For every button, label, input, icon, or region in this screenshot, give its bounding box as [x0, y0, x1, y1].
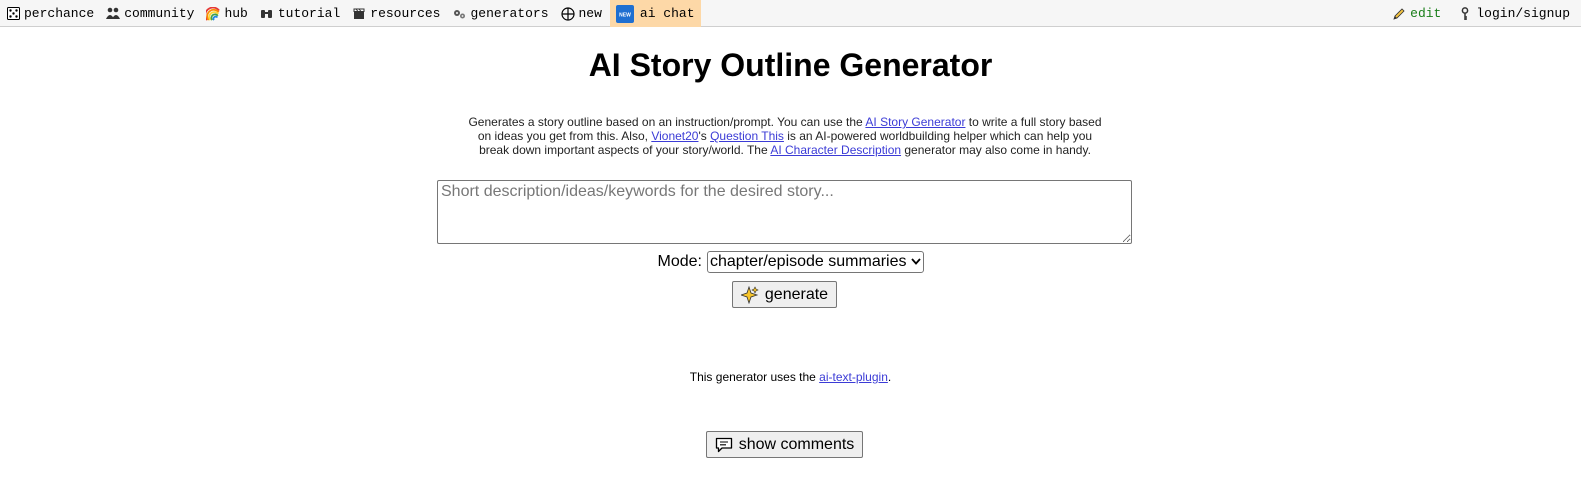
binoculars-icon: [260, 7, 274, 21]
key-icon: [1458, 6, 1472, 21]
nav-login-signup[interactable]: login/signup: [1458, 0, 1575, 27]
nav-label: hub: [224, 6, 248, 21]
ai-text-plugin-link[interactable]: ai-text-plugin: [819, 370, 888, 384]
sparkles-icon: [740, 285, 759, 304]
ai-character-description-link[interactable]: AI Character Description: [770, 143, 901, 157]
nav-generators[interactable]: generators: [452, 0, 553, 27]
generate-label: generate: [764, 285, 829, 303]
speech-bubble-icon: [715, 437, 733, 453]
globe-plus-icon: [560, 6, 575, 21]
gears-icon: [452, 7, 466, 21]
story-description-input[interactable]: [437, 180, 1132, 244]
plugin-note-period: .: [887, 370, 892, 384]
nav-label: new: [578, 6, 602, 21]
nav-ai-chat[interactable]: NEW ai chat: [609, 0, 701, 27]
desc-text: 's: [698, 129, 711, 143]
desc-text: generator may also come in handy.: [901, 143, 1091, 157]
nav-label: community: [124, 6, 195, 21]
mode-label: Mode:: [657, 253, 702, 270]
show-comments-label: show comments: [738, 435, 855, 453]
nav-label: edit: [1410, 6, 1442, 21]
nav-left: perchance community hub tutorial resourc…: [6, 0, 708, 27]
new-badge-icon: NEW: [615, 4, 634, 23]
ai-story-generator-link[interactable]: AI Story Generator: [865, 115, 965, 129]
description: Generates a story outline based on an in…: [466, 115, 1104, 157]
nav-label: resources: [370, 6, 441, 21]
nav-community[interactable]: community: [106, 0, 199, 27]
plugin-note: This generator uses the ai-text-plugin.: [0, 370, 1581, 384]
nav-edit[interactable]: edit: [1392, 0, 1446, 27]
nav-perchance[interactable]: perchance: [6, 0, 99, 27]
nav-label: perchance: [24, 6, 95, 21]
chevron-down-icon: [910, 256, 921, 268]
nav-new[interactable]: new: [560, 0, 607, 27]
rainbow-icon: [206, 6, 221, 21]
people-icon: [106, 7, 121, 21]
mode-row: Mode: chapter/episode summaries: [0, 251, 1581, 273]
nav-label: login/signup: [1476, 6, 1570, 21]
svg-text:NEW: NEW: [619, 12, 631, 18]
dice-icon: [6, 7, 20, 21]
page-title: AI Story Outline Generator: [588, 47, 993, 83]
mode-select[interactable]: chapter/episode summaries: [706, 251, 924, 273]
mode-selected-value: chapter/episode summaries: [709, 253, 907, 270]
generate-button[interactable]: generate: [732, 281, 837, 308]
desc-text: Generates a story outline based on an in…: [468, 115, 866, 129]
nav-hub[interactable]: hub: [206, 0, 252, 27]
nav-tutorial[interactable]: tutorial: [260, 0, 345, 27]
nav-resources[interactable]: resources: [352, 0, 445, 27]
pencil-icon: [1392, 7, 1406, 21]
nav-label: tutorial: [277, 6, 341, 21]
nav-label: ai chat: [639, 6, 695, 21]
top-nav: perchance community hub tutorial resourc…: [0, 0, 1581, 27]
vionet20-link[interactable]: Vionet20: [651, 129, 698, 143]
plugin-note-text: This generator uses the: [689, 370, 820, 384]
nav-right: edit login/signup: [1392, 0, 1581, 27]
clapper-icon: [352, 7, 366, 21]
question-this-link[interactable]: Question This: [710, 129, 784, 143]
nav-label: generators: [470, 6, 549, 21]
show-comments-button[interactable]: show comments: [706, 431, 863, 458]
